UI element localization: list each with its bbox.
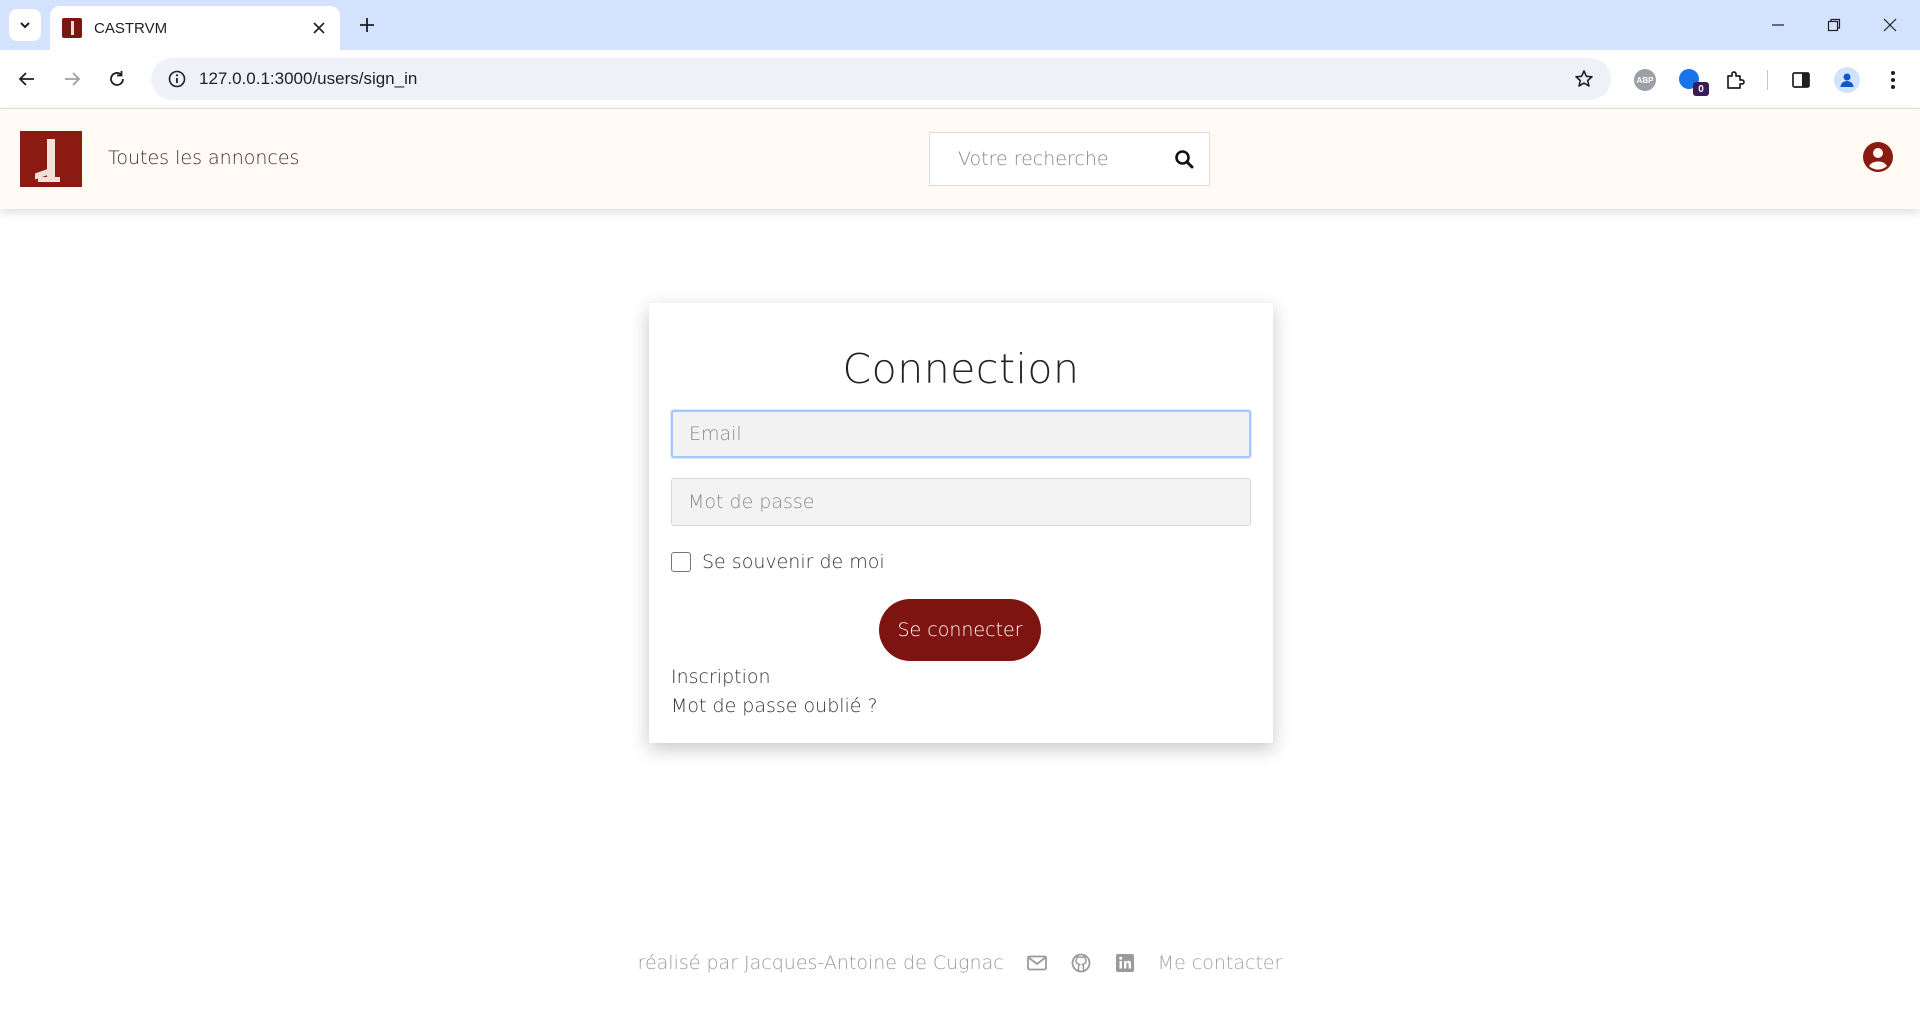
browser-tab[interactable]: CASTRVM — [50, 6, 340, 50]
puzzle-icon — [1727, 71, 1745, 89]
plus-icon — [360, 18, 374, 32]
chevron-down-icon — [20, 22, 30, 29]
envelope-icon — [1026, 955, 1047, 971]
profile-avatar — [1834, 67, 1860, 93]
restore-icon — [1827, 18, 1841, 32]
window-close-button[interactable] — [1862, 0, 1918, 50]
user-circle-icon — [1863, 142, 1893, 172]
forward-button[interactable] — [55, 62, 89, 96]
site-favicon-icon — [62, 18, 82, 38]
contact-link[interactable]: Me contacter — [1158, 952, 1283, 974]
github-icon — [1071, 953, 1091, 973]
new-tab-button[interactable] — [353, 11, 381, 39]
linkedin-icon — [1115, 954, 1134, 972]
back-button[interactable] — [10, 62, 44, 96]
search-icon — [1175, 150, 1194, 169]
linkedin-link[interactable] — [1114, 952, 1136, 974]
info-icon — [168, 70, 186, 88]
remember-me-checkbox[interactable] — [671, 552, 691, 572]
close-icon — [1883, 18, 1897, 32]
page-title: Connection — [842, 345, 1080, 393]
close-icon — [313, 22, 325, 34]
side-panel-icon — [1792, 72, 1810, 88]
minimize-button[interactable] — [1750, 0, 1806, 50]
forgot-password-link[interactable]: Mot de passe oublié ? — [671, 695, 878, 717]
adblock-extension-button[interactable]: ABP — [1630, 65, 1660, 95]
browser-toolbar: 127.0.0.1:3000/users/sign_in ABP 0 — [0, 50, 1920, 109]
email-link[interactable] — [1026, 952, 1048, 974]
reload-button[interactable] — [100, 62, 134, 96]
adblock-label: ABP — [1636, 75, 1654, 85]
extension-badge: 0 — [1693, 82, 1709, 96]
remember-me: Se souvenir de moi — [671, 551, 885, 573]
restore-button[interactable] — [1806, 0, 1862, 50]
footer-credit: réalisé par Jacques-Antoine de Cugnac — [637, 952, 1004, 974]
user-menu-button[interactable] — [1862, 141, 1894, 173]
profile-button[interactable] — [1832, 65, 1862, 95]
extension-icon: 0 — [1679, 68, 1709, 96]
extensions-menu-button[interactable] — [1720, 65, 1750, 95]
side-panel-button[interactable] — [1786, 65, 1816, 95]
all-listings-link[interactable]: Toutes les annonces — [108, 147, 299, 169]
login-card: Connection Email Mot de passe Se souveni… — [649, 303, 1273, 743]
arrow-left-icon — [18, 72, 34, 86]
bookmark-button[interactable] — [1571, 66, 1597, 92]
tab-close-button[interactable] — [308, 17, 330, 39]
tab-title: CASTRVM — [94, 19, 168, 37]
search-form: Votre recherche — [929, 132, 1210, 186]
url-text: 127.0.0.1:3000/users/sign_in — [199, 69, 418, 88]
site-logo[interactable] — [20, 131, 82, 187]
password-field[interactable]: Mot de passe — [671, 478, 1251, 526]
sign-up-link[interactable]: Inscription — [671, 666, 771, 688]
search-input[interactable]: Votre recherche — [958, 148, 1159, 170]
extension-button[interactable]: 0 — [1676, 65, 1709, 96]
remember-me-label[interactable]: Se souvenir de moi — [702, 551, 885, 573]
github-link[interactable] — [1070, 952, 1092, 974]
password-placeholder: Mot de passe — [688, 491, 815, 513]
toolbar-divider — [1767, 70, 1768, 90]
browser-menu-button[interactable] — [1878, 65, 1908, 95]
arrow-right-icon — [65, 72, 81, 86]
star-icon — [1575, 70, 1593, 87]
browser-tabstrip: CASTRVM — [0, 0, 1920, 50]
person-icon — [1840, 73, 1854, 87]
search-button[interactable] — [1159, 133, 1209, 185]
email-field[interactable]: Email — [671, 410, 1251, 458]
minimize-icon — [1772, 24, 1784, 26]
site-navbar: Toutes les annonces Votre recherche — [0, 109, 1920, 209]
sign-in-button[interactable]: Se connecter — [879, 599, 1041, 661]
site-footer: réalisé par Jacques-Antoine de Cugnac Me… — [0, 946, 1920, 980]
email-placeholder: Email — [689, 423, 742, 445]
tab-search-button[interactable] — [9, 9, 41, 41]
adblock-icon: ABP — [1634, 69, 1656, 91]
address-bar[interactable]: 127.0.0.1:3000/users/sign_in — [151, 58, 1611, 100]
reload-icon — [110, 71, 124, 86]
site-info-button[interactable] — [165, 67, 189, 91]
more-vertical-icon — [1891, 71, 1895, 89]
